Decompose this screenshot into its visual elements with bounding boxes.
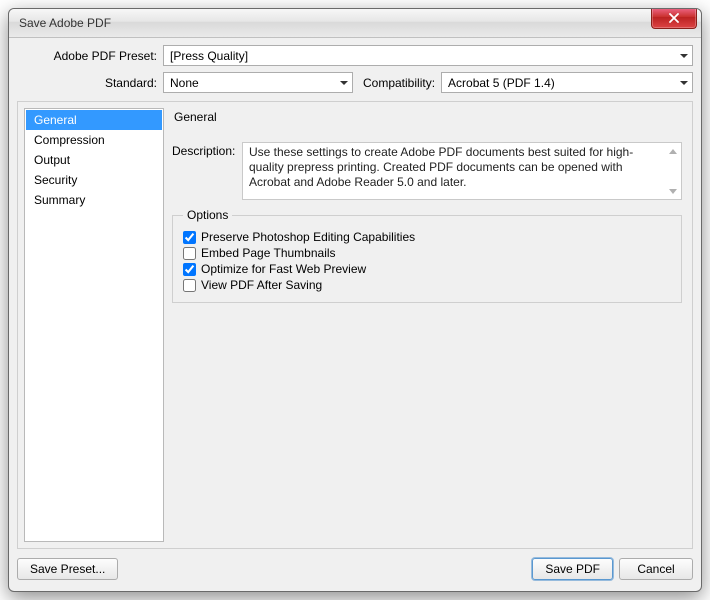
standard-value: None: [170, 76, 199, 90]
close-button[interactable]: [651, 8, 697, 29]
checkbox-preserve-editing[interactable]: [183, 231, 196, 244]
checkbox-view-after-saving[interactable]: [183, 279, 196, 292]
standard-label: Standard:: [17, 76, 163, 90]
options-legend: Options: [183, 208, 232, 222]
content-area: General Description: Use these settings …: [170, 102, 692, 548]
sidebar-item-label: Summary: [34, 193, 85, 207]
button-label: Cancel: [637, 562, 674, 576]
sidebar-item-label: Compression: [34, 133, 105, 147]
description-label: Description:: [172, 142, 242, 200]
option-preserve-editing[interactable]: Preserve Photoshop Editing Capabilities: [183, 230, 671, 244]
sidebar-item-summary[interactable]: Summary: [26, 190, 162, 210]
description-textarea[interactable]: Use these settings to create Adobe PDF d…: [242, 142, 682, 200]
content-heading: General: [174, 110, 682, 124]
chevron-down-icon: [680, 81, 688, 85]
option-label: View PDF After Saving: [201, 278, 322, 292]
dialog-save-adobe-pdf: Save Adobe PDF Adobe PDF Preset: [Press …: [8, 8, 702, 592]
scroll-up-button[interactable]: [667, 145, 679, 157]
option-label: Embed Page Thumbnails: [201, 246, 336, 260]
sidebar-item-label: Output: [34, 153, 70, 167]
checkbox-embed-thumbnails[interactable]: [183, 247, 196, 260]
titlebar[interactable]: Save Adobe PDF: [9, 9, 701, 38]
description-text: Use these settings to create Adobe PDF d…: [249, 145, 633, 189]
option-embed-thumbnails[interactable]: Embed Page Thumbnails: [183, 246, 671, 260]
options-group: Options Preserve Photoshop Editing Capab…: [172, 208, 682, 303]
button-label: Save Preset...: [30, 562, 105, 576]
close-icon: [669, 13, 679, 23]
compat-label: Compatibility:: [353, 76, 441, 90]
triangle-down-icon: [669, 189, 677, 194]
sidebar-item-compression[interactable]: Compression: [26, 130, 162, 150]
button-label: Save PDF: [545, 562, 600, 576]
preset-combobox[interactable]: [Press Quality]: [163, 45, 693, 66]
preset-label: Adobe PDF Preset:: [17, 49, 163, 63]
sidebar-item-general[interactable]: General: [26, 110, 162, 130]
compat-combobox[interactable]: Acrobat 5 (PDF 1.4): [441, 72, 693, 93]
main-panel: General Compression Output Security Summ…: [17, 101, 693, 549]
standard-combobox[interactable]: None: [163, 72, 353, 93]
compat-value: Acrobat 5 (PDF 1.4): [448, 76, 555, 90]
scroll-down-button[interactable]: [667, 185, 679, 197]
sidebar-item-label: General: [34, 113, 77, 127]
triangle-up-icon: [669, 149, 677, 154]
save-preset-button[interactable]: Save Preset...: [17, 558, 118, 580]
cancel-button[interactable]: Cancel: [619, 558, 693, 580]
option-view-after-saving[interactable]: View PDF After Saving: [183, 278, 671, 292]
checkbox-fast-web-preview[interactable]: [183, 263, 196, 276]
button-bar: Save Preset... Save PDF Cancel: [17, 555, 693, 583]
category-sidebar: General Compression Output Security Summ…: [24, 108, 164, 542]
option-label: Preserve Photoshop Editing Capabilities: [201, 230, 415, 244]
chevron-down-icon: [680, 54, 688, 58]
preset-value: [Press Quality]: [170, 49, 248, 63]
chevron-down-icon: [340, 81, 348, 85]
save-pdf-button[interactable]: Save PDF: [532, 558, 613, 580]
sidebar-item-security[interactable]: Security: [26, 170, 162, 190]
sidebar-item-output[interactable]: Output: [26, 150, 162, 170]
option-fast-web-preview[interactable]: Optimize for Fast Web Preview: [183, 262, 671, 276]
option-label: Optimize for Fast Web Preview: [201, 262, 366, 276]
sidebar-item-label: Security: [34, 173, 77, 187]
window-title: Save Adobe PDF: [19, 16, 111, 30]
